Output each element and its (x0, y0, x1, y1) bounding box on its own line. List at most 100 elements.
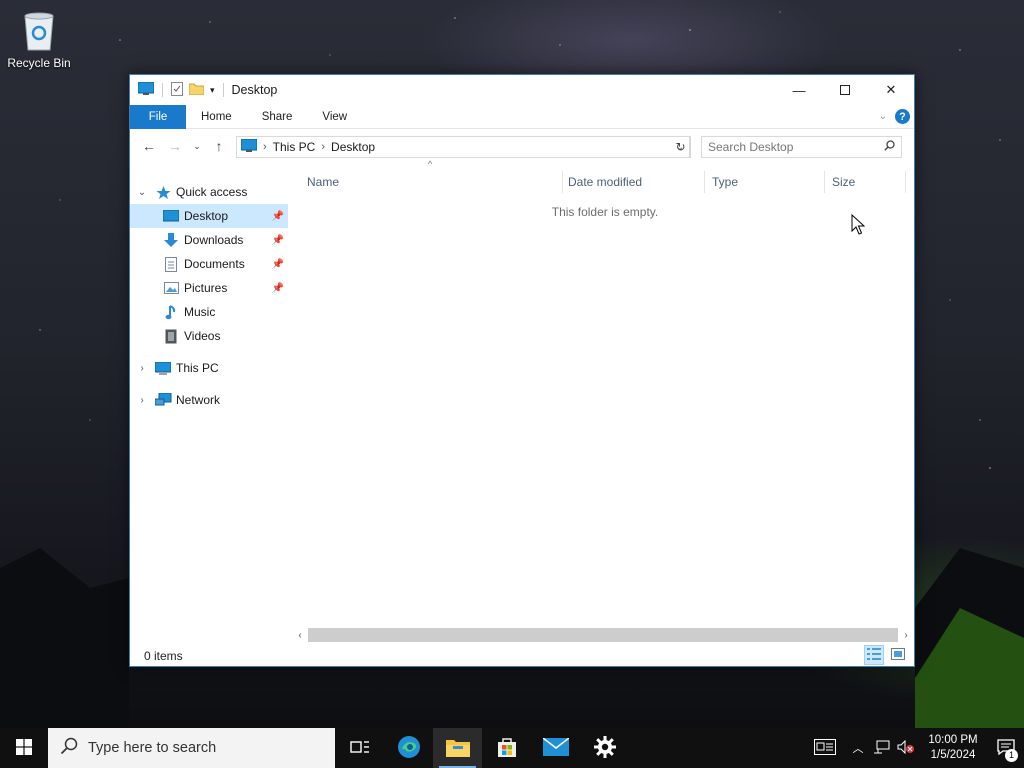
navigation-pane: ⌄ Quick access Desktop 📌 Downloads 📌 Doc… (130, 171, 288, 631)
store-icon (496, 736, 518, 761)
task-view-button[interactable] (335, 728, 384, 768)
search-icon (60, 737, 78, 759)
pin-icon[interactable]: 📌 (272, 235, 284, 246)
volume-muted-icon[interactable] (894, 739, 918, 757)
taskbar-settings[interactable] (580, 728, 629, 768)
nav-item-pictures[interactable]: Pictures 📌 (130, 276, 288, 300)
scroll-right-icon[interactable]: › (898, 630, 914, 641)
nav-item-label: This PC (176, 361, 219, 375)
maximize-icon (840, 83, 850, 98)
nav-network[interactable]: › Network (136, 388, 294, 412)
nav-this-pc[interactable]: › This PC (136, 356, 294, 380)
address-bar[interactable]: › This PC › Desktop ⌄ (236, 136, 690, 158)
breadcrumb-separator-icon[interactable]: › (321, 141, 325, 153)
nav-item-documents[interactable]: Documents 📌 (130, 252, 288, 276)
notification-count-badge: 1 (1005, 749, 1018, 762)
search-icon (884, 140, 895, 154)
show-hidden-icons-chevron-icon[interactable]: ︿ (846, 740, 870, 756)
expand-chevron-icon[interactable]: › (136, 363, 148, 374)
search-box[interactable]: Search Desktop (701, 136, 902, 158)
column-size[interactable]: Size (825, 171, 906, 193)
column-type[interactable]: Type (705, 171, 825, 193)
pin-icon[interactable]: 📌 (272, 211, 284, 222)
taskbar-mail[interactable] (531, 728, 580, 768)
properties-icon[interactable] (171, 81, 183, 99)
column-headers: ^ Name Date modified Type Size (300, 159, 910, 193)
scroll-thumb[interactable] (308, 628, 898, 642)
status-item-count: 0 items (144, 649, 183, 663)
nav-item-desktop[interactable]: Desktop 📌 (130, 204, 288, 228)
clock-time: 10:00 PM (928, 734, 978, 746)
nav-item-label: Downloads (184, 233, 244, 247)
pin-icon[interactable]: 📌 (272, 259, 284, 270)
this-pc-icon (154, 360, 172, 376)
up-arrow-icon[interactable]: ↑ (208, 138, 230, 154)
nav-item-downloads[interactable]: Downloads 📌 (130, 228, 288, 252)
title-bar: ▾ Desktop — ✕ (130, 75, 914, 105)
downloads-folder-icon (162, 232, 180, 248)
breadcrumb-separator-icon[interactable]: › (263, 141, 267, 153)
tab-home[interactable]: Home (186, 105, 247, 129)
expand-ribbon-chevron-icon[interactable]: ⌄ (879, 111, 887, 122)
mail-icon (542, 736, 569, 759)
clock[interactable]: 10:00 PM 1/5/2024 (918, 733, 988, 763)
videos-folder-icon (162, 328, 180, 344)
customize-toolbar-dropdown-icon[interactable]: ▾ (210, 85, 215, 96)
edge-icon (397, 735, 421, 762)
pin-icon[interactable]: 📌 (272, 283, 284, 294)
large-icons-view-button[interactable] (888, 645, 908, 665)
taskbar-edge[interactable] (384, 728, 433, 768)
large-icons-view-icon (891, 647, 905, 663)
file-explorer-window: ▾ Desktop — ✕ File Home Share View ⌄ ? ←… (129, 74, 915, 667)
taskbar-search-box[interactable]: Type here to search (48, 728, 335, 768)
nav-item-label: Quick access (176, 185, 248, 199)
nav-item-label: Documents (184, 257, 245, 271)
desktop-folder-icon (162, 208, 180, 224)
start-button[interactable] (0, 728, 48, 768)
nav-item-label: Videos (184, 329, 221, 343)
pictures-folder-icon (162, 280, 180, 296)
column-name[interactable]: Name (300, 171, 563, 193)
minimize-button[interactable]: — (776, 75, 822, 105)
documents-folder-icon (162, 256, 180, 272)
column-date-modified[interactable]: Date modified (561, 171, 705, 193)
settings-icon (593, 735, 616, 761)
collapse-chevron-icon[interactable]: ⌄ (136, 187, 148, 198)
quick-access-toolbar: ▾ (137, 81, 226, 99)
file-explorer-icon (445, 737, 470, 760)
taskbar-store[interactable] (482, 728, 531, 768)
window-app-icon[interactable] (137, 81, 155, 98)
tab-view[interactable]: View (307, 105, 362, 129)
network-status-icon[interactable] (870, 740, 894, 757)
horizontal-scrollbar[interactable]: ‹ › (292, 627, 914, 643)
forward-arrow-icon[interactable]: → (164, 138, 186, 154)
expand-chevron-icon[interactable]: › (136, 395, 148, 406)
system-tray: ︿ 10:00 PM 1/5/2024 1 (804, 728, 1024, 768)
breadcrumb-desktop[interactable]: Desktop (331, 140, 375, 154)
windows-logo-icon (16, 738, 32, 758)
tab-file[interactable]: File (130, 104, 186, 129)
new-folder-icon[interactable] (188, 82, 205, 98)
search-input[interactable]: Search Desktop (708, 140, 793, 154)
nav-quick-access[interactable]: ⌄ Quick access (136, 180, 294, 204)
breadcrumb-this-pc[interactable]: This PC (273, 140, 316, 154)
close-button[interactable]: ✕ (868, 75, 914, 105)
nav-item-music[interactable]: Music (130, 300, 288, 324)
recent-locations-chevron-icon[interactable]: ⌄ (190, 141, 204, 152)
nav-item-videos[interactable]: Videos (130, 324, 288, 348)
taskbar-file-explorer[interactable] (433, 728, 482, 768)
minimize-icon: — (792, 82, 806, 98)
action-center-button[interactable]: 1 (988, 728, 1024, 768)
details-view-button[interactable] (864, 645, 884, 665)
back-arrow-icon[interactable]: ← (138, 138, 160, 154)
refresh-button[interactable]: ↻ (671, 136, 691, 158)
taskbar-search-input[interactable]: Type here to search (88, 740, 216, 756)
details-view-icon (867, 647, 881, 663)
sort-ascending-icon: ^ (428, 159, 433, 169)
scroll-left-icon[interactable]: ‹ (292, 630, 308, 641)
recycle-bin-shortcut[interactable]: Recycle Bin (6, 8, 72, 70)
news-widget-icon[interactable] (804, 738, 846, 758)
help-icon[interactable]: ? (895, 109, 910, 124)
tab-share[interactable]: Share (247, 105, 308, 129)
maximize-button[interactable] (822, 75, 868, 105)
